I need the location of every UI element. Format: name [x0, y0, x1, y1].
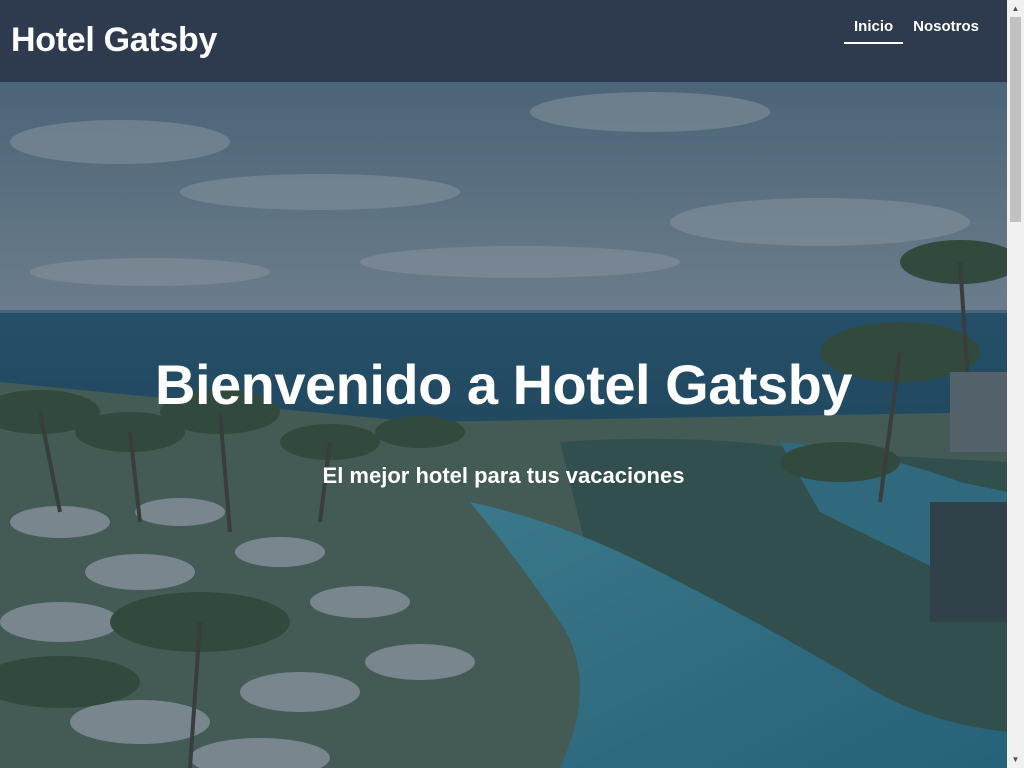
nav-link-inicio[interactable]: Inicio: [843, 14, 904, 44]
hero-section: Bienvenido a Hotel Gatsby El mejor hotel…: [0, 82, 1007, 768]
nav-link-nosotros[interactable]: Nosotros: [903, 14, 989, 44]
vertical-scrollbar[interactable]: ▲ ▼: [1007, 0, 1024, 768]
scroll-thumb[interactable]: [1010, 17, 1021, 222]
hero-content: Bienvenido a Hotel Gatsby El mejor hotel…: [0, 82, 1007, 768]
hero-subtitle: El mejor hotel para tus vacaciones: [322, 463, 685, 488]
hero-title: Bienvenido a Hotel Gatsby: [155, 353, 853, 416]
site-header: Hotel Gatsby Inicio Nosotros: [0, 0, 1007, 82]
triangle-up-icon[interactable]: ▲: [1007, 0, 1024, 17]
page: Hotel Gatsby Inicio Nosotros Bienvenido …: [0, 0, 1024, 768]
site-title-link[interactable]: Hotel Gatsby: [11, 18, 217, 62]
main-nav: Inicio Nosotros: [843, 14, 989, 44]
triangle-down-icon[interactable]: ▼: [1007, 751, 1024, 768]
